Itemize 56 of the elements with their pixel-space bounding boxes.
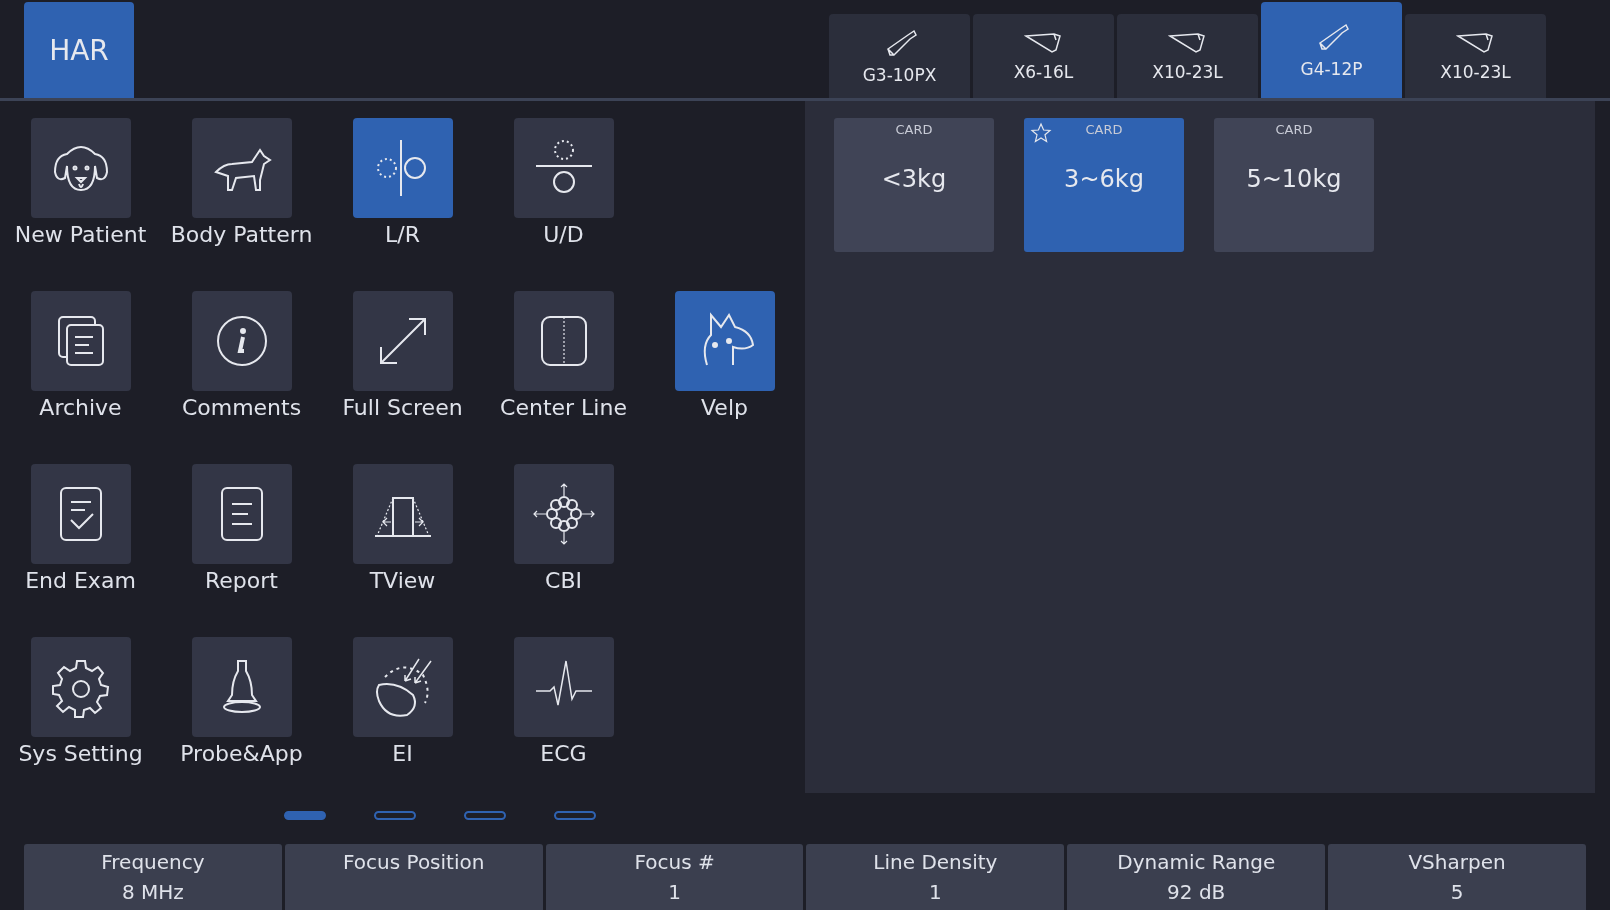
- preset-card[interactable]: CARD 3~6kg: [1024, 118, 1184, 252]
- parameter-button[interactable]: Focus Position: [284, 844, 543, 910]
- parameter-button[interactable]: VSharpen 5: [1328, 844, 1586, 910]
- function-button[interactable]: [191, 291, 292, 391]
- exam-tab[interactable]: HAR: [24, 2, 134, 98]
- function-label: CBI: [545, 568, 582, 593]
- function-label: EI: [392, 741, 413, 766]
- probe-tab[interactable]: X10-23L: [1405, 14, 1546, 98]
- page-indicator[interactable]: [284, 811, 326, 820]
- page-indicator[interactable]: [554, 811, 596, 820]
- function-label: End Exam: [25, 568, 136, 593]
- function-button[interactable]: [352, 464, 453, 564]
- function-button[interactable]: [191, 637, 292, 737]
- parameter-button[interactable]: Focus # 1: [545, 844, 804, 910]
- probe-tab[interactable]: X6-16L: [973, 14, 1114, 98]
- page-indicator[interactable]: [464, 811, 506, 820]
- function-button[interactable]: [30, 291, 131, 391]
- function-button[interactable]: [352, 637, 453, 737]
- probe-tab[interactable]: G4-12P: [1261, 2, 1402, 98]
- probe-tab[interactable]: X10-23L: [1117, 14, 1258, 98]
- function-label: ECG: [540, 741, 587, 766]
- function-button[interactable]: [513, 291, 614, 391]
- probe-icon: [1167, 30, 1208, 56]
- preset-card[interactable]: CARD <3kg: [834, 118, 994, 252]
- probe-tab[interactable]: G3-10PX: [829, 14, 970, 98]
- function-label: Sys Setting: [18, 741, 143, 766]
- probe-icon: [1455, 30, 1496, 56]
- preset-card[interactable]: CARD 5~10kg: [1214, 118, 1374, 252]
- function-label: TView: [369, 568, 436, 593]
- parameter-button[interactable]: Dynamic Range 92 dB: [1067, 844, 1326, 910]
- function-label: U/D: [543, 222, 584, 247]
- function-button[interactable]: [352, 118, 453, 218]
- function-label: Archive: [39, 395, 122, 420]
- function-label: Comments: [181, 395, 302, 420]
- parameter-button[interactable]: Line Density 1: [806, 844, 1065, 910]
- function-button[interactable]: [191, 118, 292, 218]
- function-button[interactable]: [352, 291, 453, 391]
- page-indicator[interactable]: [374, 811, 416, 820]
- function-button[interactable]: [674, 291, 775, 391]
- function-label: Probe&App: [180, 741, 303, 766]
- function-label: Velp: [701, 395, 748, 420]
- function-button[interactable]: [513, 637, 614, 737]
- function-button[interactable]: [513, 464, 614, 564]
- function-label: L/R: [385, 222, 420, 247]
- function-button[interactable]: [30, 464, 131, 564]
- function-label: Report: [205, 568, 278, 593]
- function-label: New Patient: [14, 222, 147, 247]
- probe-icon: [1023, 30, 1064, 56]
- function-button[interactable]: [191, 464, 292, 564]
- function-button[interactable]: [30, 118, 131, 218]
- function-label: Body Pattern: [170, 222, 313, 247]
- function-label: Full Screen: [342, 395, 463, 420]
- parameter-button[interactable]: Frequency 8 MHz: [24, 844, 282, 910]
- function-button[interactable]: [30, 637, 131, 737]
- function-label: Center Line: [500, 395, 627, 420]
- function-button[interactable]: [513, 118, 614, 218]
